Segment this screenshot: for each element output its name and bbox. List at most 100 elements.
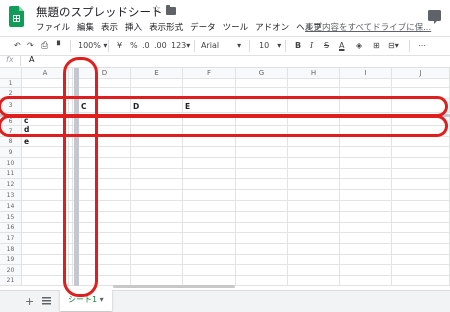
- grid-cell[interactable]: [236, 201, 288, 212]
- grid-cell[interactable]: [340, 276, 392, 286]
- grid-cell[interactable]: [392, 223, 450, 233]
- grid-cell[interactable]: [236, 147, 288, 158]
- grid-cell[interactable]: [183, 233, 236, 244]
- save-status-link[interactable]: 変更内容をすべてドライブに保...: [305, 21, 431, 33]
- grid-cell[interactable]: [288, 147, 340, 158]
- grid-cell[interactable]: [288, 212, 340, 223]
- grid-cell[interactable]: [392, 147, 450, 158]
- grid-cell[interactable]: [288, 233, 340, 244]
- grid-cell[interactable]: [288, 190, 340, 201]
- row-header[interactable]: 13: [0, 190, 22, 201]
- grid-cell[interactable]: [340, 212, 392, 223]
- menu-edit[interactable]: 編集: [77, 21, 94, 33]
- grid-cell[interactable]: [236, 169, 288, 179]
- grid-cell[interactable]: [183, 201, 236, 212]
- grid-cell[interactable]: [22, 265, 69, 276]
- grid-cell[interactable]: [183, 137, 236, 147]
- redo-icon[interactable]: ↷: [27, 39, 34, 53]
- percent-button[interactable]: %: [130, 39, 138, 53]
- grid-cell[interactable]: [392, 255, 450, 265]
- grid-cell[interactable]: [288, 265, 340, 276]
- grid-cell[interactable]: [183, 212, 236, 223]
- grid-cell[interactable]: [392, 265, 450, 276]
- grid-cell[interactable]: [183, 79, 236, 88]
- more-formats-select[interactable]: 123▾: [171, 39, 190, 53]
- grid-cell[interactable]: [183, 265, 236, 276]
- row-header[interactable]: 10: [0, 158, 22, 169]
- text-color-button[interactable]: A: [339, 39, 344, 53]
- row-header[interactable]: 17: [0, 233, 22, 244]
- grid-cell[interactable]: [131, 158, 183, 169]
- font-size-select[interactable]: 10 ▾: [259, 39, 281, 53]
- grid-cell[interactable]: [236, 223, 288, 233]
- grid-cell[interactable]: [392, 276, 450, 286]
- grid-cell[interactable]: [131, 190, 183, 201]
- grid-cell[interactable]: [236, 244, 288, 255]
- font-select[interactable]: Arial ▾: [201, 39, 241, 53]
- grid-cell[interactable]: [340, 158, 392, 169]
- grid-cell[interactable]: [392, 212, 450, 223]
- grid-cell[interactable]: [340, 79, 392, 88]
- grid-cell[interactable]: [236, 158, 288, 169]
- undo-icon[interactable]: ↶: [14, 39, 21, 53]
- grid-cell[interactable]: [340, 169, 392, 179]
- grid-cell[interactable]: [22, 169, 69, 179]
- grid-cell[interactable]: [183, 169, 236, 179]
- sheets-logo-icon[interactable]: [9, 6, 24, 27]
- grid-cell[interactable]: [22, 158, 69, 169]
- column-header-f[interactable]: F: [183, 68, 236, 79]
- cell-a6[interactable]: e: [22, 137, 29, 146]
- grid-cell[interactable]: [22, 233, 69, 244]
- grid-cell[interactable]: [392, 79, 450, 88]
- grid-cell[interactable]: [131, 79, 183, 88]
- grid-cell[interactable]: [340, 223, 392, 233]
- grid-cell[interactable]: [183, 147, 236, 158]
- grid-cell[interactable]: [340, 255, 392, 265]
- merge-cells-icon[interactable]: ⊟▾: [388, 39, 399, 53]
- grid-cell[interactable]: [236, 212, 288, 223]
- grid-cell[interactable]: [288, 255, 340, 265]
- borders-icon[interactable]: ⊞: [373, 39, 380, 53]
- grid-cell[interactable]: [131, 244, 183, 255]
- grid-cell[interactable]: [288, 244, 340, 255]
- grid-cell[interactable]: [183, 255, 236, 265]
- add-sheet-button[interactable]: +: [25, 295, 34, 308]
- grid-cell[interactable]: [22, 179, 69, 190]
- grid-cell[interactable]: [340, 244, 392, 255]
- grid-cell[interactable]: [340, 201, 392, 212]
- column-header-e[interactable]: E: [131, 68, 183, 79]
- menu-insert[interactable]: 挿入: [125, 21, 142, 33]
- grid-cell[interactable]: [131, 255, 183, 265]
- grid-cell[interactable]: [22, 212, 69, 223]
- menu-tools[interactable]: ツール: [223, 21, 249, 33]
- grid-cell[interactable]: [392, 190, 450, 201]
- grid-cell[interactable]: [236, 137, 288, 147]
- grid-cell[interactable]: [392, 137, 450, 147]
- column-header-a[interactable]: A: [22, 68, 69, 79]
- menu-data[interactable]: データ: [190, 21, 216, 33]
- menu-addons[interactable]: アドオン: [255, 21, 289, 33]
- row-header[interactable]: 1: [0, 79, 22, 88]
- grid-cell[interactable]: [392, 233, 450, 244]
- grid-cell[interactable]: [236, 79, 288, 88]
- menu-file[interactable]: ファイル: [36, 21, 70, 33]
- document-title[interactable]: 無題のスプレッドシート: [36, 4, 163, 20]
- grid-cell[interactable]: [131, 212, 183, 223]
- sheet-tab-dropdown-icon[interactable]: ▾: [100, 295, 104, 304]
- grid-cell[interactable]: [392, 169, 450, 179]
- grid-cell[interactable]: [131, 265, 183, 276]
- grid-cell[interactable]: [288, 158, 340, 169]
- grid-cell[interactable]: [236, 179, 288, 190]
- grid-cell[interactable]: [236, 265, 288, 276]
- column-header-i[interactable]: I: [340, 68, 392, 79]
- row-header[interactable]: 21: [0, 276, 22, 286]
- grid-cell[interactable]: [288, 276, 340, 286]
- grid-cell[interactable]: [22, 190, 69, 201]
- row-header[interactable]: 20: [0, 265, 22, 276]
- grid-cell[interactable]: [392, 158, 450, 169]
- row-header[interactable]: 16: [0, 223, 22, 233]
- grid-cell[interactable]: [340, 233, 392, 244]
- italic-button[interactable]: I: [310, 39, 313, 53]
- strikethrough-button[interactable]: S: [324, 39, 329, 53]
- grid-cell[interactable]: [392, 179, 450, 190]
